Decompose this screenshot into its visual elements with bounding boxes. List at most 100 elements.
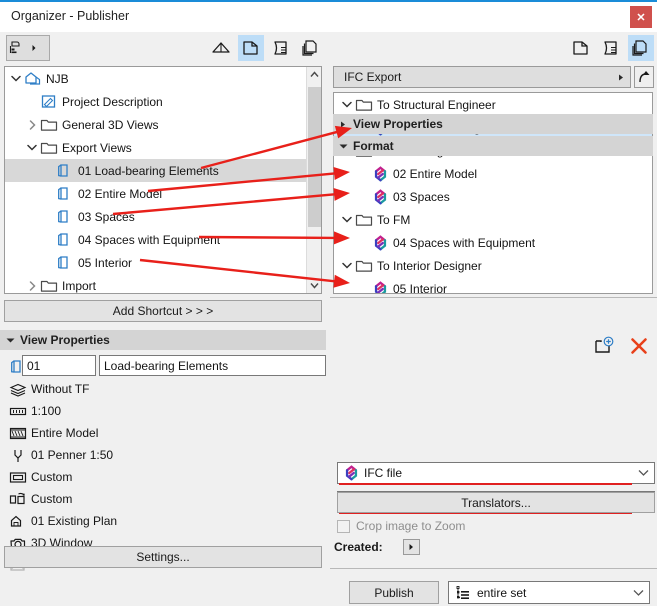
tree-row[interactable]: To Interior Designer: [334, 254, 652, 277]
add-shortcut-button[interactable]: Add Shortcut > > >: [4, 300, 322, 322]
view-property-row[interactable]: Custom: [0, 488, 326, 510]
tree-row[interactable]: General 3D Views: [5, 113, 321, 136]
tree-row[interactable]: 02 Entire Model: [334, 162, 652, 185]
project-tree-scrollbar[interactable]: [306, 67, 321, 293]
twisty-placeholder: [25, 95, 39, 109]
tree-row[interactable]: 02 Entire Model: [5, 182, 321, 205]
model-view-options-icon: [5, 470, 31, 485]
tree-row[interactable]: 05 Interior: [334, 277, 652, 294]
tree-row-label: 03 Spaces: [78, 209, 135, 224]
toolbar-right-icon-publisher-set[interactable]: [598, 35, 624, 61]
format-type-underline: [339, 483, 632, 485]
folder-icon: [354, 96, 374, 113]
view-property-value: Without TF: [31, 382, 90, 396]
crop-image-checkbox[interactable]: [337, 519, 350, 533]
tree-row[interactable]: Export Views: [5, 136, 321, 159]
view-name-row: 01 Load-bearing Elements: [0, 354, 326, 378]
caret-down-icon: [333, 143, 353, 150]
go-up-button[interactable]: [634, 66, 654, 88]
view-property-row[interactable]: 01 Existing Plan: [0, 510, 326, 532]
tree-row-label: Import: [62, 278, 97, 293]
twisty-placeholder: [356, 282, 370, 294]
graphic-override-icon: [5, 514, 31, 529]
delete-icon[interactable]: [629, 336, 649, 356]
tree-row-label: 02 Entire Model: [78, 186, 163, 201]
description-icon: [39, 93, 59, 110]
created-popup-button[interactable]: [402, 539, 420, 555]
tree-row-label: 04 Spaces with Equipment: [393, 235, 536, 250]
toolbar-icon-stack[interactable]: [298, 35, 324, 61]
right-separator-top: [330, 297, 657, 298]
window-title: Organizer - Publisher: [11, 9, 130, 23]
left-view-properties-label: View Properties: [20, 333, 110, 347]
toolbar-icon-publisher-set[interactable]: [268, 35, 294, 61]
tree-row[interactable]: Import: [5, 274, 321, 293]
right-view-properties-header[interactable]: View Properties: [333, 114, 653, 134]
go-up-arrow-icon: [639, 71, 650, 83]
project-tree: NJB Project Description General 3D Views Ex…: [4, 66, 322, 294]
scroll-thumb[interactable]: [308, 87, 321, 227]
twisty-placeholder: [41, 256, 55, 270]
twisty-expanded-icon[interactable]: [340, 98, 354, 112]
settings-button[interactable]: Settings...: [4, 546, 322, 568]
tree-row-label: 01 Load-bearing Elements: [78, 163, 219, 178]
publisher-set-selector[interactable]: IFC Export: [333, 66, 631, 88]
view-property-row[interactable]: 1:100: [0, 400, 326, 422]
close-button[interactable]: ✕: [630, 6, 652, 28]
view-id-input[interactable]: 01: [22, 355, 96, 376]
twisty-placeholder: [41, 187, 55, 201]
toolbar-right: [330, 32, 657, 64]
tree-row[interactable]: 04 Spaces with Equipment: [334, 231, 652, 254]
tree-row[interactable]: 05 Interior: [5, 251, 321, 274]
tree-row[interactable]: NJB: [5, 67, 321, 90]
project-chooser-dropdown[interactable]: [6, 35, 50, 61]
format-type-combo[interactable]: IFC file: [337, 462, 655, 485]
toolbar-icon-layout-book[interactable]: [238, 35, 264, 61]
stack-icon: [632, 40, 647, 56]
twisty-expanded-icon[interactable]: [340, 213, 354, 227]
folder-icon: [39, 139, 59, 156]
tree-row[interactable]: 01 Load-bearing Elements: [5, 159, 321, 182]
twisty-expanded-icon[interactable]: [9, 72, 23, 86]
translators-button[interactable]: Translators...: [337, 492, 655, 513]
view-property-row[interactable]: 01 Penner 1:50: [0, 444, 326, 466]
publish-scope-combo[interactable]: entire set: [448, 581, 650, 604]
twisty-expanded-icon[interactable]: [340, 259, 354, 273]
right-toolbar-icons: [593, 336, 649, 356]
toolbar-right-icon-layout-book[interactable]: [568, 35, 594, 61]
twisty-expanded-icon[interactable]: [25, 141, 39, 155]
publish-button[interactable]: Publish: [349, 581, 439, 604]
twisty-collapsed-icon[interactable]: [25, 118, 39, 132]
view-icon: [55, 208, 75, 225]
format-type-value: IFC file: [364, 466, 403, 480]
tree-row[interactable]: To FM: [334, 208, 652, 231]
folder-icon: [354, 257, 374, 274]
tree-row-label: 05 Interior: [78, 255, 133, 270]
toolbar-icon-home-view[interactable]: [208, 35, 234, 61]
tree-row[interactable]: 03 Spaces: [5, 205, 321, 228]
format-header[interactable]: Format: [333, 136, 653, 156]
view-property-row[interactable]: Entire Model: [0, 422, 326, 444]
left-panel: NJB Project Description General 3D Views Ex…: [0, 64, 330, 606]
new-folder-icon[interactable]: [593, 336, 615, 356]
view-name-input[interactable]: Load-bearing Elements: [99, 355, 326, 376]
tree-row-label: 02 Entire Model: [393, 166, 478, 181]
view-property-row[interactable]: Custom: [0, 466, 326, 488]
home-view-icon: [212, 42, 230, 53]
chevron-down-icon: [632, 469, 654, 477]
tree-row[interactable]: 03 Spaces: [334, 185, 652, 208]
tree-row-label: Project Description: [62, 94, 163, 109]
tree-row[interactable]: To Structural Engineer: [334, 93, 652, 116]
tree-row[interactable]: 04 Spaces with Equipment: [5, 228, 321, 251]
scroll-down-arrow[interactable]: [307, 278, 321, 293]
tree-row-label: NJB: [46, 71, 69, 86]
twisty-collapsed-icon[interactable]: [25, 279, 39, 293]
view-property-row[interactable]: Without TF: [0, 378, 326, 400]
toolbar-right-icon-stack[interactable]: [628, 35, 654, 61]
left-view-properties-header[interactable]: View Properties: [0, 330, 326, 350]
scroll-up-arrow[interactable]: [307, 67, 321, 82]
view-property-value: Entire Model: [31, 426, 99, 440]
tree-row[interactable]: Project Description: [5, 90, 321, 113]
list-icon: [449, 585, 477, 601]
structure-display-icon: [5, 426, 31, 441]
